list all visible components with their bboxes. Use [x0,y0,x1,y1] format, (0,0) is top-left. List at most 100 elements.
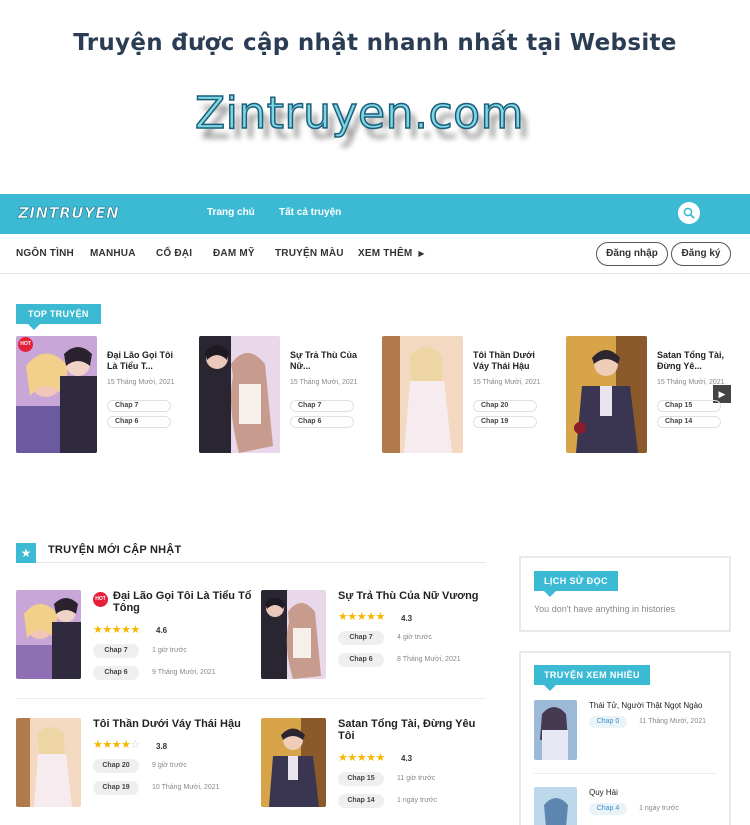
chapter-time: 4 giờ trước [397,634,432,641]
top-story-card[interactable]: HOT Đại Lão Gọi Tôi Là Tiểu T... 15 Thán… [16,336,196,456]
star-rating-half: ★ [130,624,140,636]
chapter-link[interactable]: Chap 7 [290,400,354,412]
chapter-link[interactable]: Chap 7 [107,400,171,412]
chapter-link[interactable]: Chap 7 [93,644,139,658]
chapter-time: 1 giờ trước [152,647,187,654]
chapter-time: 1 ngày trước [639,805,680,812]
most-viewed-heading: TRUYỆN XEM NHIỀU [534,665,650,691]
cover-art [261,718,326,807]
category-ngon-tinh[interactable]: NGÔN TÌNH [16,248,74,259]
chapter-link[interactable]: Chap 20 [93,759,139,773]
chapter-link[interactable]: Chap 19 [93,781,139,795]
new-updates-header: ★ TRUYỆN MỚI CẬP NHẬT [16,541,486,563]
nav-home-link[interactable]: Trang chủ [207,207,255,218]
category-dam-my[interactable]: ĐAM MỸ [213,248,255,259]
cover-art [16,718,81,807]
cover-art [199,336,280,453]
category-nav: NGÔN TÌNH MANHUA CỔ ĐẠI ĐAM MỸ TRUYỆN MÀ… [0,234,750,274]
story-list-item[interactable]: Sự Trả Thù Của Nữ Vương ★★★★★ 4.3 Chap 7… [261,590,491,685]
story-date: 15 Tháng Mười, 2021 [657,379,725,386]
story-title[interactable]: Sự Trả Thù Của Nữ... [290,350,360,372]
cover-art [16,336,97,453]
story-cover[interactable] [566,336,647,453]
story-cover[interactable] [382,336,463,453]
cover-art [534,787,577,825]
star-rating: ★★★★★ [338,751,385,764]
story-cover[interactable] [534,700,577,760]
story-title[interactable]: Sự Trả Thù Của Nữ Vương [338,590,488,602]
story-title[interactable]: Satan Tổng Tài, Đừng Yê... [657,350,727,372]
category-more-label: XEM THÊM [358,248,413,259]
story-cover[interactable] [261,590,326,679]
history-empty-message: You don't have anything in histories [534,604,675,614]
chapter-link[interactable]: Chap 6 [338,653,384,667]
rating-value: 4.6 [156,626,168,635]
story-cover[interactable] [534,787,577,825]
chapter-link[interactable]: Chap 15 [338,772,384,786]
chapter-link[interactable]: Chap 14 [338,794,384,808]
chapter-link[interactable]: Chap 20 [473,400,537,412]
story-date: 15 Tháng Mười, 2021 [107,379,175,386]
chapter-time: 11 Tháng Mười, 2021 [639,718,707,725]
top-story-card[interactable]: Satan Tổng Tài, Đừng Yê... 15 Tháng Mười… [566,336,746,456]
story-list-item[interactable]: Tôi Thần Dưới Váy Thái Hậu ★★★★☆ 3.8 Cha… [16,718,246,813]
star-rating: ★★★★★ [93,623,140,636]
chapter-link[interactable]: Chap 6 [290,416,354,428]
story-list-item[interactable]: HOT Đại Lão Gọi Tôi Là Tiểu Tổ Tông ★★★★… [16,590,252,685]
login-button[interactable]: Đăng nhập [596,242,668,266]
chapter-link[interactable]: Chap 15 [657,400,721,412]
rating-value: 4.3 [401,614,413,623]
hot-badge: HOT [93,592,108,607]
story-cover[interactable] [199,336,280,453]
register-button[interactable]: Đăng ký [671,242,731,266]
chapter-link[interactable]: Chap 6 [107,416,171,428]
cover-art [261,590,326,679]
star-rating-filled: ★★★★ [338,611,376,623]
story-title[interactable]: Quy Hải [589,788,618,797]
list-divider [534,773,717,774]
header-bar: ZINTRUYEN Trang chủ Tất cả truyện [0,194,750,234]
star-rating-filled: ★★★★ [93,739,131,751]
story-date: 15 Tháng Mười, 2021 [290,379,358,386]
rating-value: 3.8 [156,742,168,751]
top-stories-heading: TOP TRUYỆN [16,304,101,330]
story-title[interactable]: Satan Tổng Tài, Đừng Yêu Tôi [338,718,488,742]
promo-tagline: Truyện được cập nhật nhanh nhất tại Webs… [73,30,677,56]
chapter-link[interactable]: Chap 0 [589,716,627,728]
cover-art [566,336,647,453]
category-manhua[interactable]: MANHUA [90,248,136,259]
new-updates-heading: TRUYỆN MỚI CẬP NHẬT [48,544,182,556]
category-co-dai[interactable]: CỔ ĐẠI [156,248,192,259]
story-title[interactable]: Thái Tử, Người Thật Ngọt Ngào [589,701,703,710]
star-rating-half: ★ [375,611,385,623]
story-title[interactable]: Tôi Thần Dưới Váy Thái Hậu [473,350,543,372]
search-button[interactable] [678,202,700,224]
cover-art [534,700,577,760]
story-cover[interactable] [16,718,81,807]
hot-badge: HOT [18,337,33,352]
chapter-time: 9 Tháng Mười, 2021 [152,669,216,676]
category-truyen-mau[interactable]: TRUYỆN MÀU [275,248,344,259]
chapter-link[interactable]: Chap 7 [338,631,384,645]
site-logo[interactable]: ZINTRUYEN [18,204,119,223]
story-list-item[interactable]: Satan Tổng Tài, Đừng Yêu Tôi ★★★★★ 4.3 C… [261,718,491,813]
story-cover[interactable] [261,718,326,807]
story-title[interactable]: Tôi Thần Dưới Váy Thái Hậu [93,718,243,730]
top-story-card[interactable]: Tôi Thần Dưới Váy Thái Hậu 15 Tháng Mười… [382,336,562,456]
chapter-link[interactable]: Chap 19 [473,416,537,428]
category-more[interactable]: XEM THÊM ▶ [358,248,425,259]
promo-site-name: Zintruyen.com [194,87,524,140]
star-icon: ★ [16,543,36,563]
chapter-link[interactable]: Chap 14 [657,416,721,428]
caret-right-icon: ▶ [418,249,425,258]
chapter-link[interactable]: Chap 4 [589,803,627,815]
chapter-link[interactable]: Chap 6 [93,666,139,680]
story-title[interactable]: Đại Lão Gọi Tôi Là Tiểu Tổ Tông [113,590,253,614]
top-story-card[interactable]: Sự Trả Thù Của Nữ... 15 Tháng Mười, 2021… [199,336,379,456]
nav-all-stories-link[interactable]: Tất cả truyện [279,207,341,218]
reading-history-heading: LỊCH SỬ ĐỌC [534,571,618,597]
story-date: 15 Tháng Mười, 2021 [473,379,541,386]
story-title[interactable]: Đại Lão Gọi Tôi Là Tiểu T... [107,350,177,372]
story-cover[interactable] [16,590,81,679]
story-cover[interactable] [16,336,97,453]
